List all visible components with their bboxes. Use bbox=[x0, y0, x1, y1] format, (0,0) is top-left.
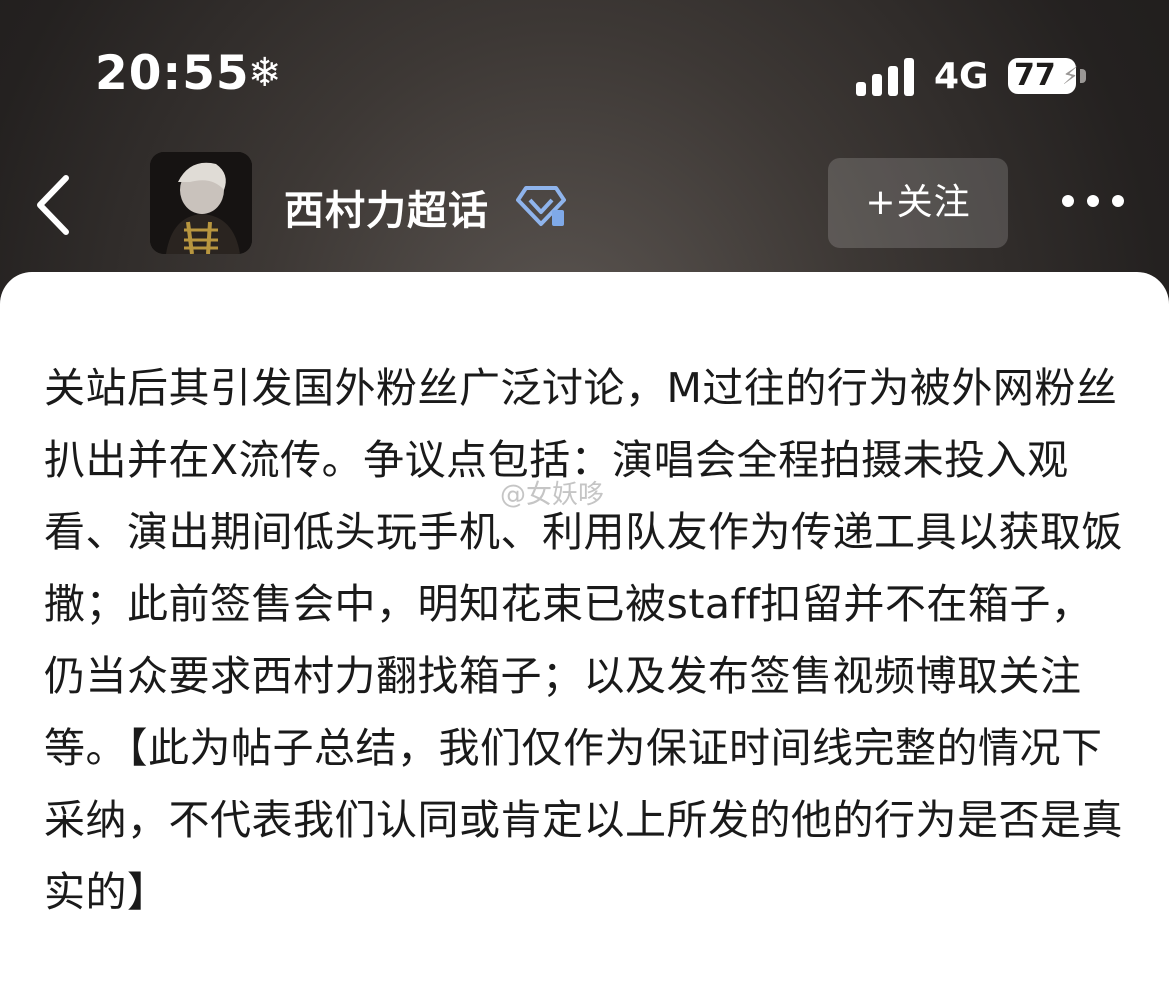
snowflake-icon: ❄ bbox=[248, 50, 282, 96]
chevron-left-icon[interactable] bbox=[30, 170, 80, 240]
topic-header: 西村力超话 +关注 bbox=[0, 150, 1169, 260]
diamond-badge-icon bbox=[516, 186, 566, 226]
watermark-text: @女妖哆 bbox=[500, 480, 605, 510]
post-card: 关站后其引发国外粉丝广泛讨论，M过往的行为被外网粉丝扒出并在X流传。争议点包括：… bbox=[0, 272, 1169, 987]
follow-button[interactable]: +关注 bbox=[828, 158, 1008, 248]
status-bar: 20:55 ❄ 4G 77 ⚡ bbox=[0, 0, 1169, 150]
more-dots-icon[interactable] bbox=[1058, 186, 1128, 216]
charging-bolt-icon: ⚡ bbox=[1062, 62, 1079, 90]
signal-strength-icon bbox=[856, 58, 914, 96]
battery-icon: 77 ⚡ bbox=[1008, 58, 1086, 96]
post-body-text: 关站后其引发国外粉丝广泛讨论，M过往的行为被外网粉丝扒出并在X流传。争议点包括：… bbox=[44, 364, 1123, 916]
status-time: 20:55 bbox=[95, 46, 250, 101]
topic-avatar[interactable] bbox=[150, 152, 252, 254]
network-type: 4G bbox=[934, 56, 989, 97]
topic-title[interactable]: 西村力超话 bbox=[284, 178, 489, 236]
